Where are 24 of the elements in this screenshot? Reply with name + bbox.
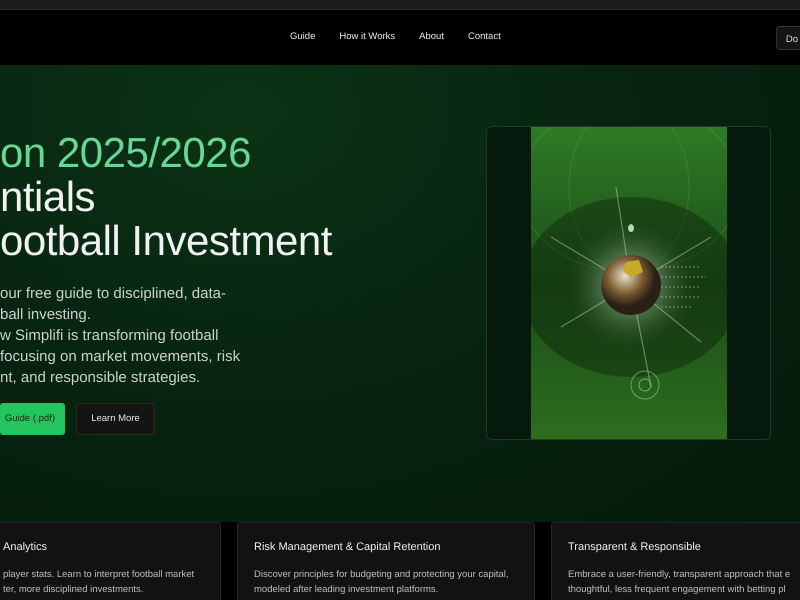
nav-link[interactable]: How it Works xyxy=(327,30,408,45)
headline-text: ootball Investment xyxy=(0,219,334,263)
nav-link[interactable]: Contact xyxy=(456,30,513,45)
description-text: ball investing. xyxy=(0,305,92,325)
feature-text: thoughtful, less frequent engagement with betting pl xyxy=(568,582,786,596)
description-text: w Simplifi is transforming football xyxy=(0,326,220,346)
nav-button[interactable]: Do xyxy=(776,26,800,50)
nav-link[interactable]: Guide xyxy=(278,30,328,45)
feature-text: ter, more disciplined investments. xyxy=(3,582,144,596)
nav-link[interactable]: About xyxy=(407,30,456,45)
headline-text: on 2025/2026 xyxy=(0,131,252,175)
description-text: our free guide to disciplined, data- xyxy=(0,284,227,304)
feature-text: modeled after leading investment platforms. xyxy=(254,582,438,596)
feature-title: Risk Management & Capital Retention xyxy=(254,540,442,555)
description-text: focusing on market movements, risk xyxy=(0,347,242,367)
description-text: nt, and responsible strategies. xyxy=(0,368,202,388)
headline-text: ntials xyxy=(0,175,96,219)
feature-title: Transparent & Responsible xyxy=(568,540,702,555)
feature-text: Embrace a user-friendly, transparent approach that e xyxy=(568,568,790,582)
feature-text: Discover principles for budgeting and protecting your capital, xyxy=(254,568,509,582)
feature-text: player stats. Learn to interpret football market xyxy=(3,568,194,582)
learn-more-button[interactable]: Learn More xyxy=(76,403,155,435)
feature-title: Analytics xyxy=(3,540,48,555)
download-button[interactable]: Guide (.pdf) xyxy=(0,403,65,435)
